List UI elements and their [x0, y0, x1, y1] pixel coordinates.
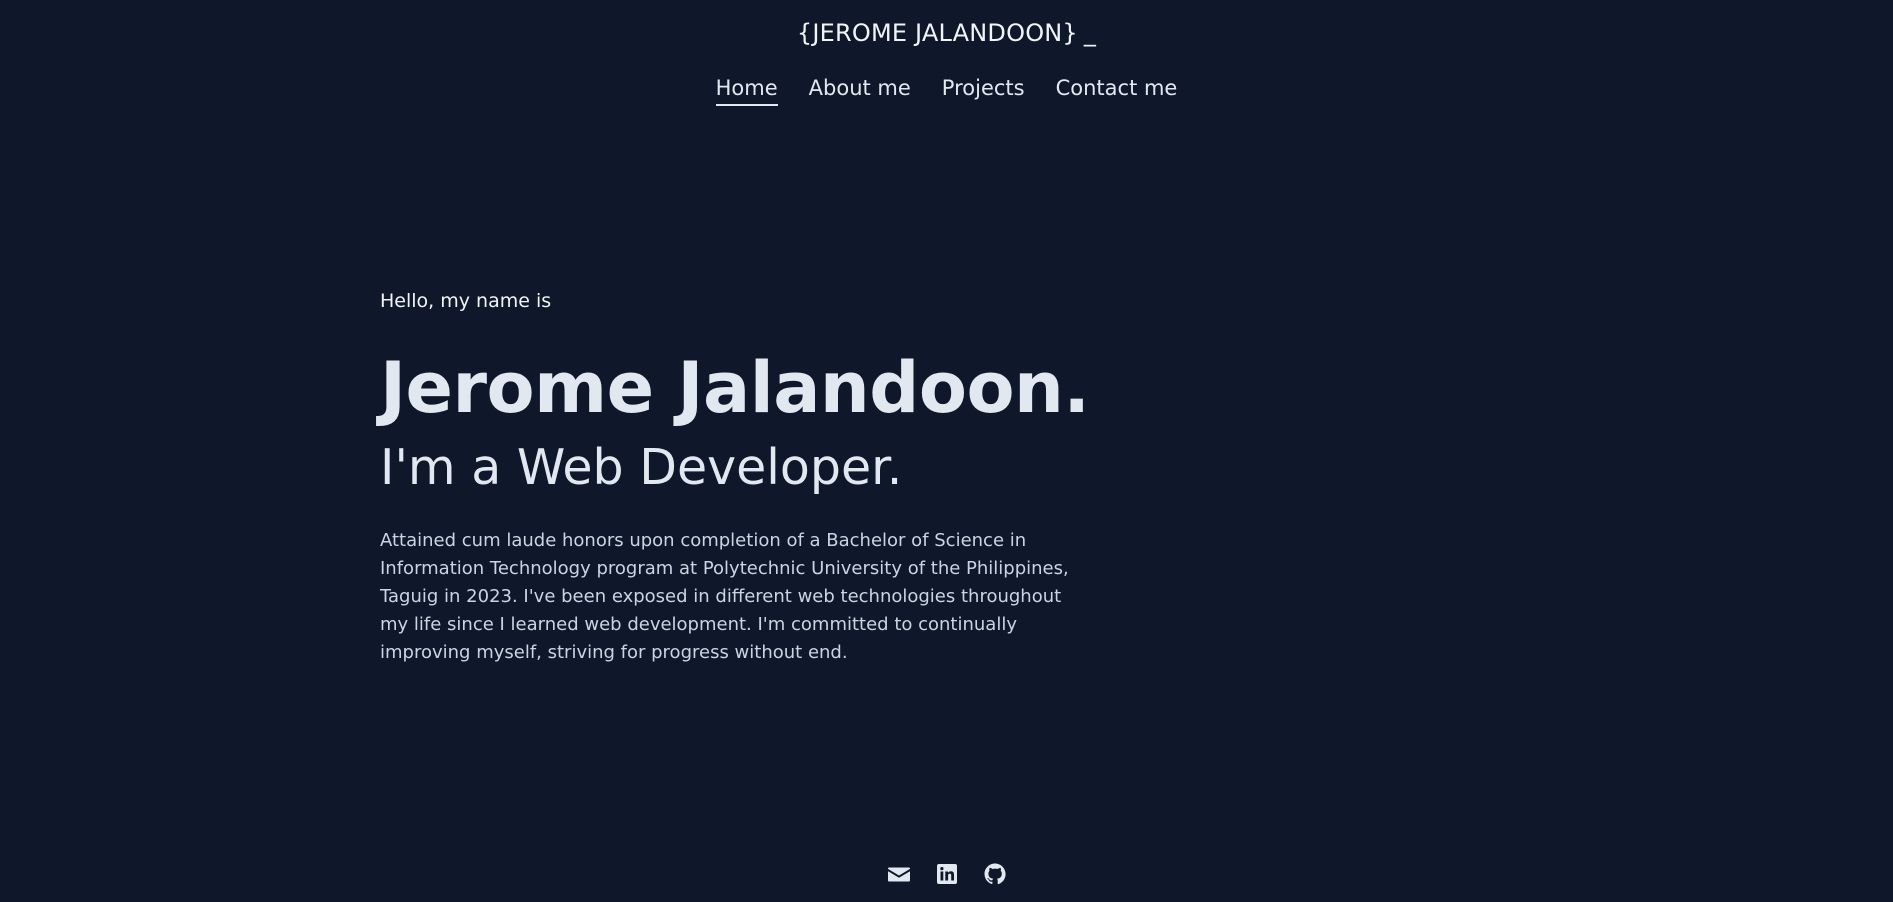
- nav-link-projects[interactable]: Projects: [942, 76, 1025, 106]
- site-logo[interactable]: {JEROME JALANDOON} _: [0, 19, 1893, 47]
- social-links: [0, 862, 1893, 886]
- logo-text: {JEROME JALANDOON}: [796, 19, 1078, 47]
- hero-role: I'm a Web Developer.: [380, 439, 903, 496]
- logo-cursor: _: [1083, 19, 1097, 47]
- nav-link-home[interactable]: Home: [715, 76, 778, 106]
- nav-link-contact[interactable]: Contact me: [1056, 76, 1178, 106]
- linkedin-icon: [935, 862, 959, 886]
- mail-icon: [887, 862, 911, 886]
- github-link[interactable]: [983, 862, 1007, 886]
- linkedin-link[interactable]: [935, 862, 959, 886]
- hero-name: Jerome Jalandoon.: [380, 347, 1090, 429]
- hero-section: Hello, my name is Jerome Jalandoon. I'm …: [380, 289, 1120, 667]
- github-icon: [983, 862, 1007, 886]
- hero-greeting: Hello, my name is: [380, 290, 552, 312]
- hero-bio: Attained cum laude honors upon completio…: [380, 530, 1069, 663]
- main-nav: Home About me Projects Contact me: [0, 76, 1893, 106]
- email-link[interactable]: [887, 862, 911, 886]
- nav-link-about[interactable]: About me: [809, 76, 911, 106]
